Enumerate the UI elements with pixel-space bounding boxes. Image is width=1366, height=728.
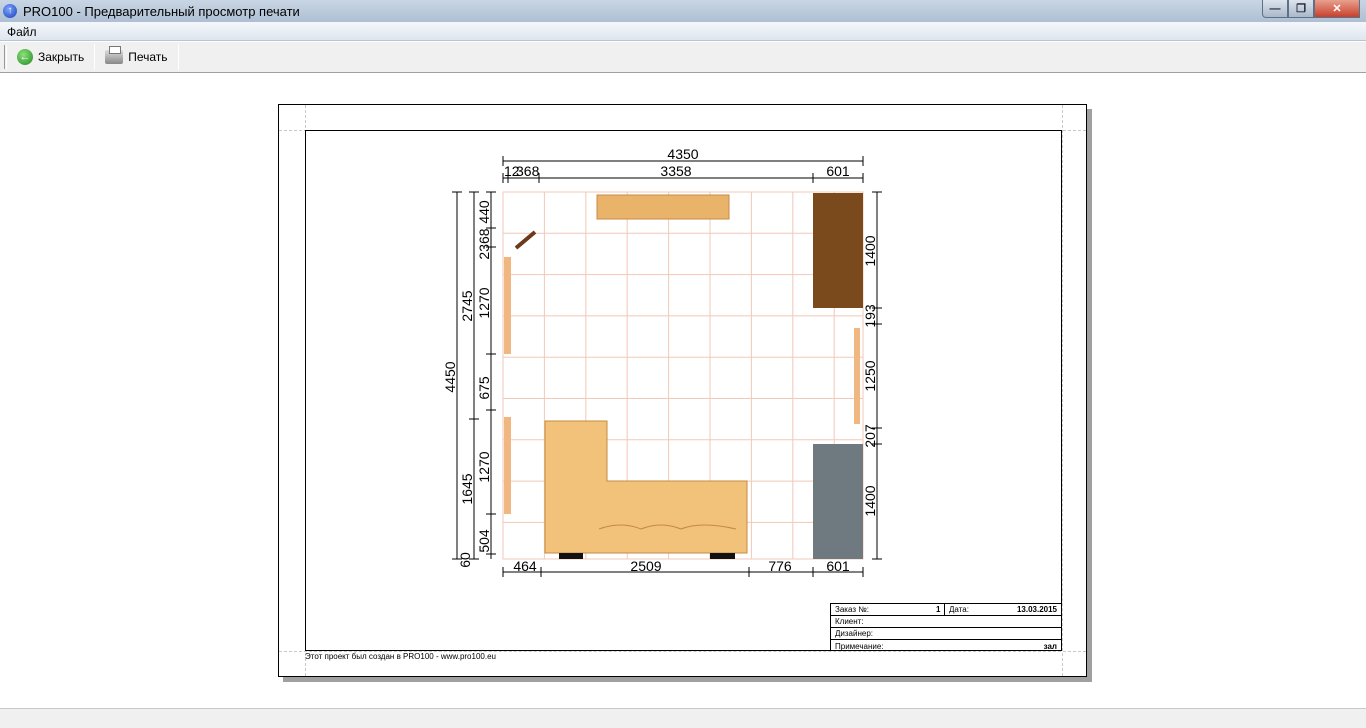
dim-bottom: 464	[513, 558, 537, 574]
dim-left-mid: 2745	[459, 290, 475, 321]
dim-top: 601	[826, 163, 850, 179]
client-label: Клиент:	[835, 617, 864, 626]
dark-wood-cabinet	[813, 193, 863, 308]
dim-top: 3358	[660, 163, 691, 179]
stone-cabinet	[813, 444, 863, 559]
dim-right: 1400	[862, 485, 878, 516]
order-value: 1	[936, 605, 941, 614]
back-arrow-icon: ←	[17, 49, 33, 65]
restore-button[interactable]: ❐	[1288, 0, 1314, 18]
left-wall-panel	[504, 257, 511, 354]
left-wall-panel	[504, 417, 511, 514]
window-title: PRO100 - Предварительный просмотр печати	[23, 3, 300, 19]
wall-item	[514, 230, 537, 250]
dim-left: 1270	[476, 451, 492, 482]
app-icon: ↑	[3, 4, 17, 18]
top-cabinet	[596, 194, 730, 220]
minimize-button[interactable]: —	[1262, 0, 1288, 18]
note-value: зал	[1043, 641, 1057, 651]
date-label: Дата:	[949, 605, 969, 614]
dim-right: 207	[862, 424, 878, 448]
toolbar-separator	[177, 44, 179, 70]
footer-note: Этот проект был создан в PRO100 - www.pr…	[305, 652, 496, 661]
date-value: 13.03.2015	[1016, 605, 1057, 614]
title-block: Заказ №: 1 Дата: 13.03.2015 Клиент: Дизайне…	[830, 603, 1062, 651]
dim-top: 368	[516, 163, 540, 179]
toolbar: ← Закрыть Печать	[0, 42, 1366, 73]
dim-bottom: 776	[768, 558, 792, 574]
print-button[interactable]: Печать	[95, 43, 177, 71]
dim-right: 193	[862, 304, 878, 328]
dim-right: 1250	[862, 360, 878, 391]
print-page: 4350 12 368 3358 601 464 2509 776 601 44…	[278, 104, 1087, 677]
menu-file[interactable]: Файл	[7, 25, 37, 39]
floor-plan: 4350 12 368 3358 601 464 2509 776 601 44…	[442, 146, 882, 577]
status-bar	[0, 708, 1366, 728]
dim-top-total: 4350	[667, 146, 698, 162]
dim-right: 1400	[862, 235, 878, 266]
note-label: Примечание:	[835, 641, 884, 651]
dim-left-mid: 1645	[459, 473, 475, 504]
order-label: Заказ №:	[835, 605, 870, 614]
dim-left: 2368	[476, 228, 492, 259]
print-label: Печать	[128, 50, 168, 64]
dim-left: 504	[476, 529, 492, 553]
designer-label: Дизайнер:	[835, 629, 874, 638]
close-label: Закрыть	[38, 50, 85, 64]
dim-left: 440	[476, 200, 492, 224]
close-window-button[interactable]: ✕	[1314, 0, 1360, 18]
dim-left: 60	[457, 552, 473, 568]
menu-bar: Файл	[0, 22, 1366, 41]
dim-bottom: 2509	[630, 558, 661, 574]
corner-sofa	[544, 420, 748, 559]
printer-icon	[105, 46, 124, 64]
dim-left: 1270	[476, 287, 492, 318]
dim-bottom: 601	[826, 558, 850, 574]
dim-left: 675	[476, 376, 492, 400]
dim-left-total: 4450	[442, 361, 458, 392]
close-preview-button[interactable]: ← Закрыть	[7, 43, 94, 71]
right-wall-panel	[854, 328, 860, 424]
title-bar: ↑ PRO100 - Предварительный просмотр печа…	[0, 0, 1366, 22]
